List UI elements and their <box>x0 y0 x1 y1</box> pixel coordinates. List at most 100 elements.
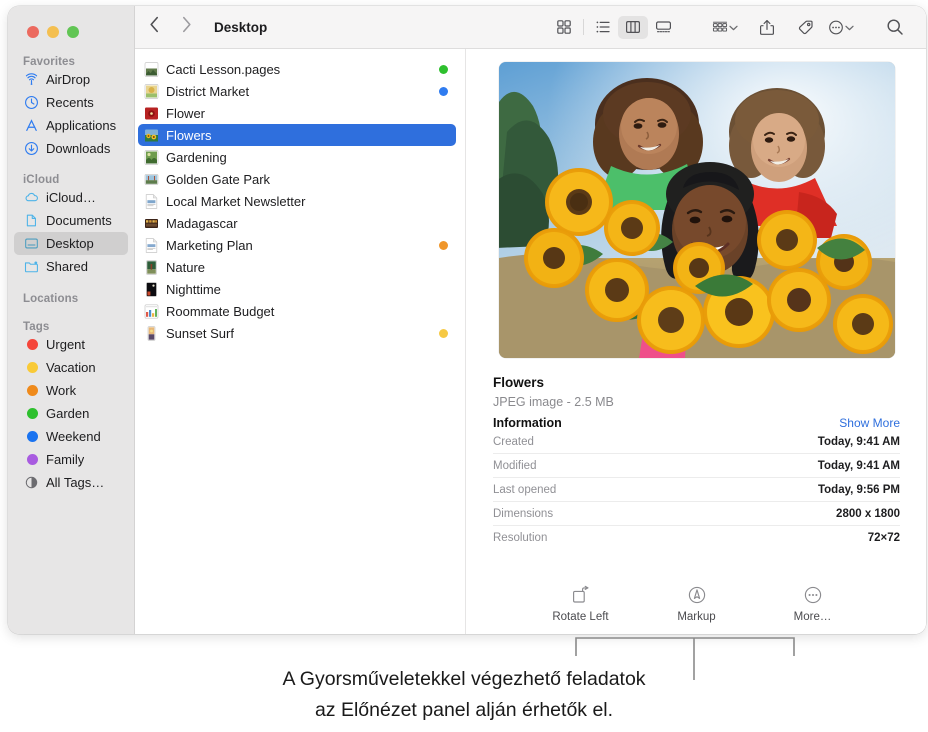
clock-icon <box>23 95 39 111</box>
file-name: Nighttime <box>166 282 448 297</box>
sidebar-section-tags-list: Urgent Vacation Work Garden Weekend <box>8 333 134 494</box>
file-row-flowers[interactable]: Flowers <box>138 124 456 146</box>
image-thumb-icon <box>144 84 159 99</box>
sidebar-tag-family[interactable]: Family <box>14 448 128 471</box>
desktop-icon <box>23 236 39 252</box>
show-more-link[interactable]: Show More <box>839 416 900 430</box>
text-document-icon <box>144 238 159 253</box>
file-name: Nature <box>166 260 448 275</box>
file-name: Flowers <box>166 128 448 143</box>
toolbar: Desktop <box>135 6 926 49</box>
chevron-down-icon <box>845 18 854 36</box>
sidebar-item-recents[interactable]: Recents <box>14 91 128 114</box>
sidebar-item-label: All Tags… <box>46 475 104 490</box>
airdrop-icon <box>23 72 39 88</box>
info-label: Dimensions <box>493 508 553 520</box>
more-circle-icon <box>803 584 823 606</box>
sidebar-tag-all-tags[interactable]: All Tags… <box>14 471 128 494</box>
caption-line-2: az Előnézet panel alján érhetők el. <box>0 695 928 726</box>
close-button[interactable] <box>27 26 39 38</box>
all-tags-icon <box>23 475 39 491</box>
tags-button[interactable] <box>790 16 820 39</box>
file-tag-dot <box>439 87 448 96</box>
preview-file-name: Flowers <box>493 374 900 392</box>
markup-icon <box>687 584 707 606</box>
share-button[interactable] <box>752 16 782 39</box>
view-switcher <box>549 16 678 39</box>
sidebar-item-label: Applications <box>46 118 116 133</box>
sidebar-item-documents[interactable]: Documents <box>14 209 128 232</box>
toolbar-divider <box>583 19 584 35</box>
file-row-sunset-surf[interactable]: Sunset Surf <box>138 322 456 344</box>
quick-action-more[interactable]: More… <box>777 584 849 623</box>
list-view-button[interactable] <box>588 16 618 39</box>
quick-action-rotate-left[interactable]: Rotate Left <box>545 584 617 623</box>
sidebar-tag-garden[interactable]: Garden <box>14 402 128 425</box>
file-row-local-market-newsletter[interactable]: Local Market Newsletter <box>138 190 456 212</box>
downloads-icon <box>23 141 39 157</box>
sidebar-item-airdrop[interactable]: AirDrop <box>14 68 128 91</box>
sidebar-tag-vacation[interactable]: Vacation <box>14 356 128 379</box>
sidebar-item-icloud[interactable]: iCloud… <box>14 186 128 209</box>
column-view-button[interactable] <box>618 16 648 39</box>
sidebar-tag-work[interactable]: Work <box>14 379 128 402</box>
forward-button[interactable] <box>181 16 192 38</box>
text-document-icon <box>144 194 159 209</box>
file-row-nighttime[interactable]: Nighttime <box>138 278 456 300</box>
rotate-left-icon <box>571 584 591 606</box>
column-browser: Cacti Lesson.pages District Market <box>135 49 926 634</box>
toolbar-actions <box>712 16 910 39</box>
file-row-district-market[interactable]: District Market <box>138 80 456 102</box>
sidebar-item-label: Desktop <box>46 236 94 251</box>
applications-icon <box>23 118 39 134</box>
minimize-button[interactable] <box>47 26 59 38</box>
file-row-roommate-budget[interactable]: Roommate Budget <box>138 300 456 322</box>
sidebar-section-icloud-title: iCloud <box>8 174 134 186</box>
image-thumb-icon <box>144 172 159 187</box>
sidebar-item-label: Urgent <box>46 337 85 352</box>
more-actions-button[interactable] <box>828 16 854 39</box>
icon-view-button[interactable] <box>549 16 579 39</box>
window-title: Desktop <box>214 20 267 35</box>
info-label: Resolution <box>493 532 547 544</box>
cloud-icon <box>23 190 39 206</box>
sidebar-section-locations-title: Locations <box>8 293 134 305</box>
window-traffic-lights <box>27 26 79 38</box>
file-row-madagascar[interactable]: Madagascar <box>138 212 456 234</box>
file-name: Roommate Budget <box>166 304 448 319</box>
info-value: Today, 9:56 PM <box>818 484 900 496</box>
file-row-marketing-plan[interactable]: Marketing Plan <box>138 234 456 256</box>
tag-dot-icon <box>23 360 39 376</box>
info-value: Today, 9:41 AM <box>818 436 900 448</box>
sidebar-tag-weekend[interactable]: Weekend <box>14 425 128 448</box>
file-list-column[interactable]: Cacti Lesson.pages District Market <box>135 49 466 634</box>
quick-action-markup[interactable]: Markup <box>661 584 733 623</box>
zoom-button[interactable] <box>67 26 79 38</box>
file-name: Local Market Newsletter <box>166 194 448 209</box>
image-thumb-icon <box>144 216 159 231</box>
file-row-cacti-lesson[interactable]: Cacti Lesson.pages <box>138 58 456 80</box>
sidebar-item-label: iCloud… <box>46 190 96 205</box>
file-row-gardening[interactable]: Gardening <box>138 146 456 168</box>
file-row-flower[interactable]: Flower <box>138 102 456 124</box>
group-by-button[interactable] <box>712 16 738 39</box>
sidebar-item-applications[interactable]: Applications <box>14 114 128 137</box>
information-title: Information <box>493 416 562 430</box>
info-row-last-opened: Last opened Today, 9:56 PM <box>493 478 900 502</box>
info-label: Last opened <box>493 484 556 496</box>
info-row-resolution: Resolution 72×72 <box>493 526 900 549</box>
search-button[interactable] <box>880 16 910 39</box>
sidebar-item-label: Recents <box>46 95 94 110</box>
sidebar-item-downloads[interactable]: Downloads <box>14 137 128 160</box>
quick-action-label: More… <box>794 611 832 623</box>
back-button[interactable] <box>149 16 160 38</box>
gallery-view-button[interactable] <box>648 16 678 39</box>
sidebar-tag-urgent[interactable]: Urgent <box>14 333 128 356</box>
quick-action-label: Markup <box>677 611 715 623</box>
image-thumb-icon <box>144 150 159 165</box>
file-row-golden-gate-park[interactable]: Golden Gate Park <box>138 168 456 190</box>
info-value: 2800 x 1800 <box>836 508 900 520</box>
sidebar-item-shared[interactable]: Shared <box>14 255 128 278</box>
file-row-nature[interactable]: Nature <box>138 256 456 278</box>
sidebar-item-desktop[interactable]: Desktop <box>14 232 128 255</box>
